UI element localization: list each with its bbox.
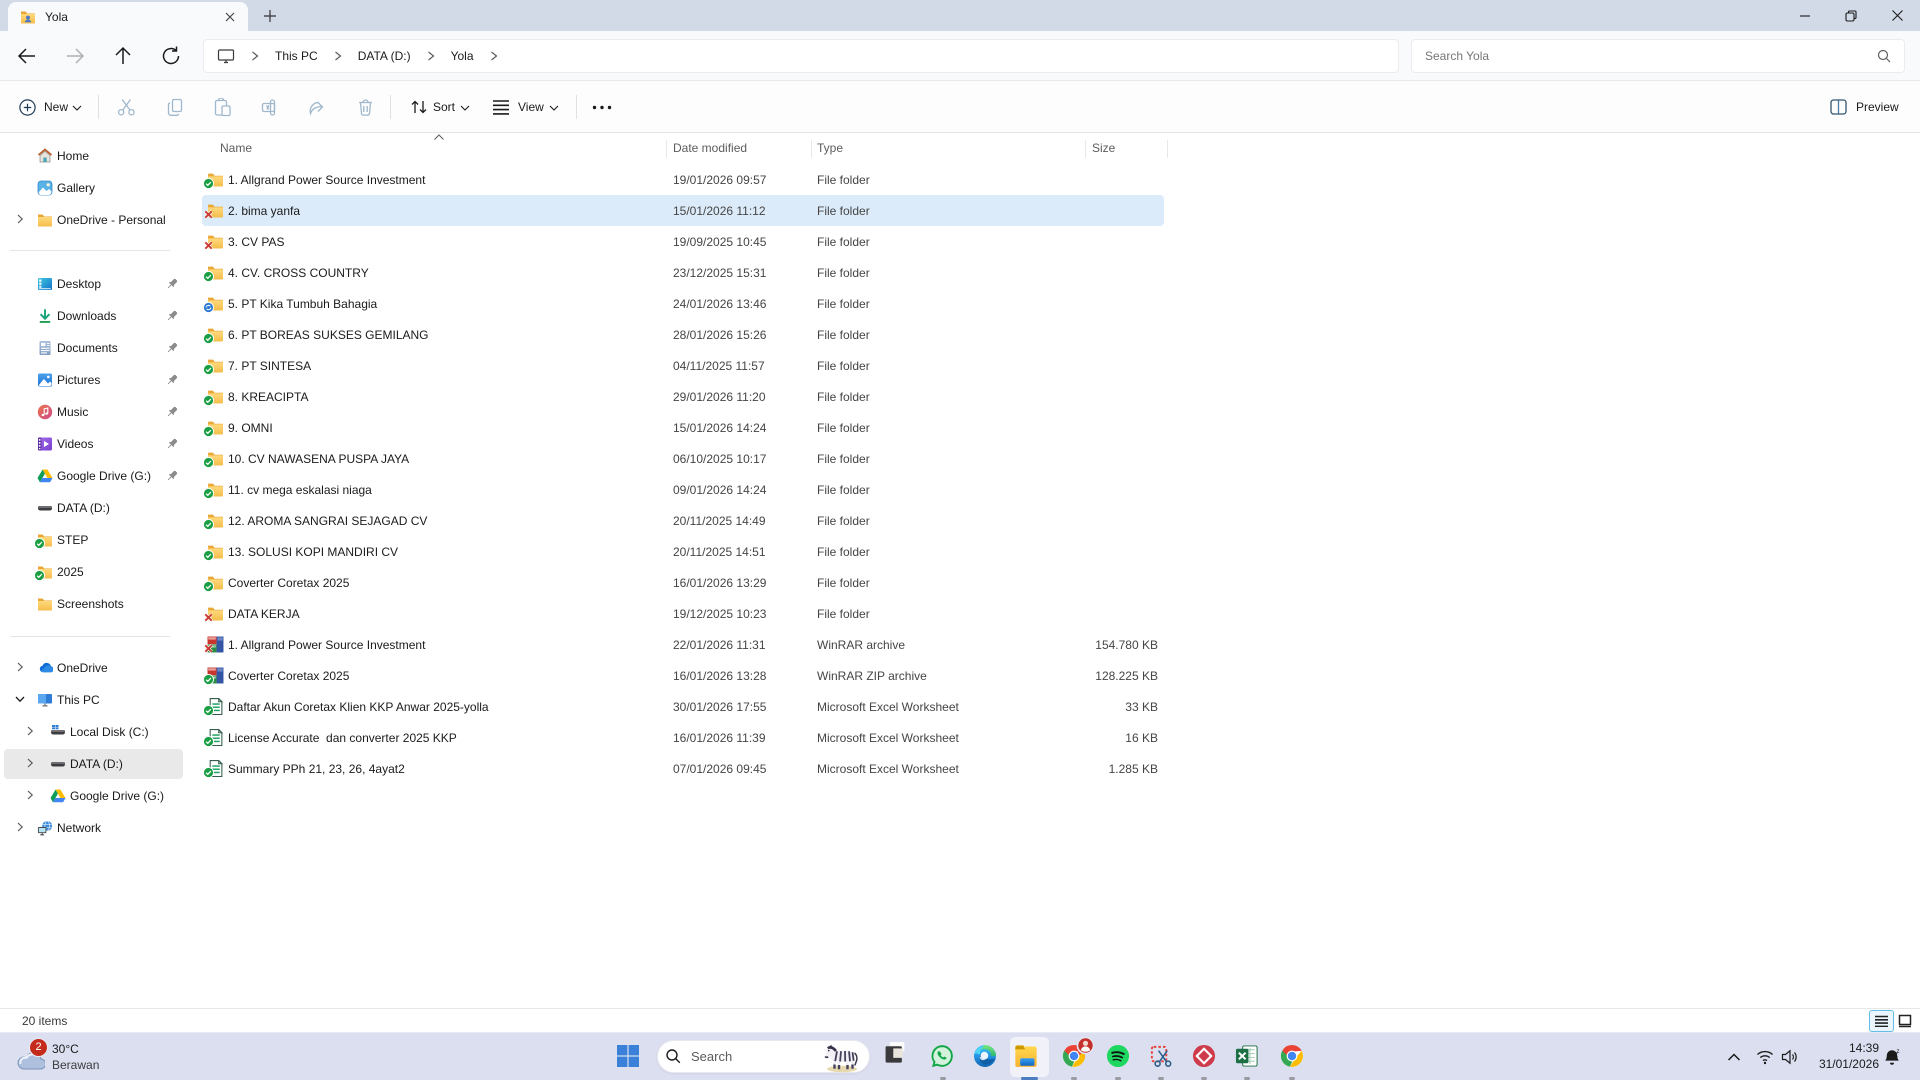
svg-text:z: z [1897, 1049, 1900, 1055]
